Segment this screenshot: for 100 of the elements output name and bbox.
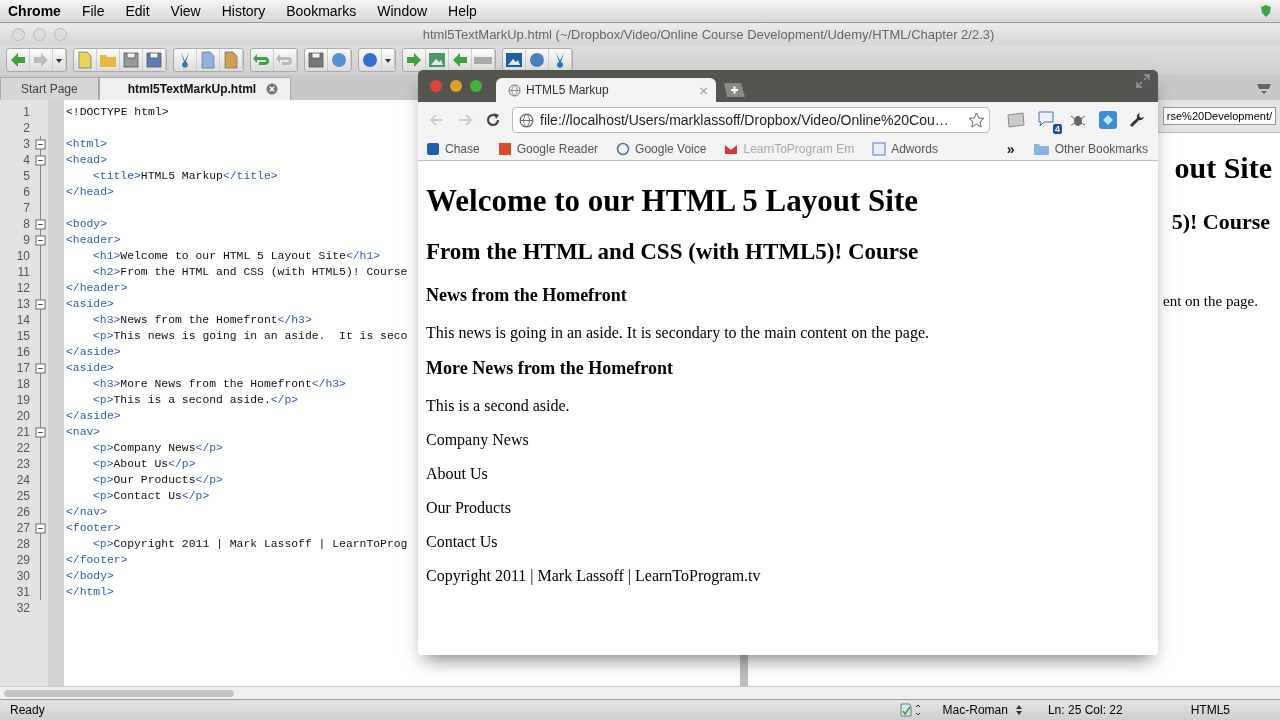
language-selector[interactable]: HTML5 <box>1190 703 1230 717</box>
code-line: <aside> <box>66 362 114 374</box>
bookmark[interactable]: Google Reader <box>497 142 599 156</box>
line-number: 16 <box>15 345 30 359</box>
fold-toggle-icon[interactable] <box>34 154 46 166</box>
line-number: 26 <box>15 505 30 519</box>
line-number: 28 <box>15 537 30 551</box>
fold-toggle-icon[interactable] <box>34 362 46 374</box>
fold-toggle-icon[interactable] <box>34 522 46 534</box>
page-heading: From the HTML and CSS (with HTML5)! Course <box>426 239 920 265</box>
line-number: 1 <box>22 105 30 119</box>
code-line: </aside> <box>66 346 121 358</box>
horizontal-scrollbar[interactable] <box>0 686 1280 699</box>
document-tab[interactable]: html5TextMarkUp.html <box>98 77 292 100</box>
menu-item[interactable]: View <box>170 3 201 19</box>
document-check-icon[interactable] <box>898 703 921 717</box>
code-line: </footer> <box>66 554 128 566</box>
save-all-icon[interactable] <box>143 49 166 71</box>
code-line: </aside> <box>66 410 121 422</box>
zoom-button[interactable] <box>470 80 482 92</box>
menu-item[interactable]: File <box>81 3 105 19</box>
menu-item[interactable]: Window <box>377 3 428 19</box>
fold-toggle-icon[interactable] <box>34 426 46 438</box>
line-number: 5 <box>22 169 30 183</box>
line-number: 4 <box>22 153 30 167</box>
page-heading: Welcome to our HTML 5 Layout Site <box>426 183 919 219</box>
shield-icon[interactable] <box>1260 4 1272 18</box>
bookmark-icon <box>872 142 887 156</box>
line-number: 17 <box>15 361 30 375</box>
code-line: <p>Copyright 2011 | Mark Lassoff | LearnToProg <box>92 538 408 550</box>
line-number: 22 <box>15 441 30 455</box>
page-paragraph: This news is going in an aside. It is secondary to the main content on the page. <box>426 324 930 342</box>
other-bookmarks-folder[interactable]: Other Bookmarks <box>1032 142 1148 156</box>
line-number: 29 <box>15 553 30 567</box>
tab-menu-icon[interactable] <box>1256 81 1272 94</box>
bookmark[interactable]: Google Voice <box>616 142 707 156</box>
fold-toggle-icon[interactable] <box>34 234 46 246</box>
close-icon[interactable] <box>266 83 279 95</box>
line-number: 15 <box>15 329 30 343</box>
menu-item[interactable]: History <box>221 3 266 19</box>
window-title: html5TextMarkUp.html (~/Dropbox/Video/Online Course Development/Udemy/HTML/Chapter 2/2.3) <box>421 26 996 42</box>
encoding-selector[interactable]: Mac-Roman <box>942 703 1008 717</box>
code-line: <aside> <box>66 298 114 310</box>
bookmark[interactable]: Chase <box>426 142 480 156</box>
more-bookmarks-button[interactable]: » <box>1006 141 1015 157</box>
page-paragraph: Company News <box>426 431 530 449</box>
fold-toggle-icon[interactable] <box>34 138 46 150</box>
line-number: 8 <box>22 217 30 231</box>
menu-item[interactable]: Bookmarks <box>286 3 357 19</box>
caret-icon[interactable] <box>53 49 66 71</box>
caret-icon[interactable] <box>382 49 395 71</box>
document-tab[interactable]: Start Page <box>0 77 99 100</box>
code-line: <!DOCTYPE html> <box>66 106 169 118</box>
code-line: <p>About Us</p> <box>92 458 196 470</box>
line-number: 32 <box>15 601 30 615</box>
line-number: 24 <box>15 473 30 487</box>
line-number: 3 <box>22 137 30 151</box>
line-number: 23 <box>15 457 30 471</box>
line-number: 9 <box>22 233 30 247</box>
bookmark[interactable]: Adwords <box>872 142 938 156</box>
status-text: Ready <box>10 703 45 717</box>
page-subheading: 5)! Course <box>1171 209 1271 235</box>
page-heading: out Site <box>1174 151 1272 185</box>
new-tab-button[interactable] <box>722 82 746 98</box>
line-number: 21 <box>15 425 30 439</box>
line-number: 7 <box>22 201 30 215</box>
save-icon[interactable] <box>120 49 143 71</box>
page-paragraph: This is a second aside. <box>426 397 571 415</box>
menu-item[interactable]: Edit <box>125 3 150 19</box>
page-paragraph: Contact Us <box>426 533 499 551</box>
code-line: <html> <box>66 138 107 150</box>
address-bar[interactable]: file://localhost/Users/marklassoff/Dropbox/Video/Online%20Cou… <box>512 107 990 133</box>
code-line: <h3>News from the Homefront</h3> <box>92 314 312 326</box>
menu-item[interactable]: Chrome <box>8 3 61 19</box>
undo-icon[interactable] <box>251 49 274 71</box>
reload-icon[interactable] <box>484 111 502 129</box>
line-number: 25 <box>15 489 30 503</box>
fold-toggle-icon[interactable] <box>34 218 46 230</box>
menu-item[interactable]: Help <box>448 3 477 19</box>
up-down-icon <box>1015 704 1022 716</box>
line-number: 13 <box>15 297 30 311</box>
browser-tab[interactable]: HTML5 Markup × <box>496 78 716 102</box>
line-number: 20 <box>15 409 30 423</box>
minimize-button[interactable] <box>450 80 462 92</box>
code-line: <h2>From the HTML and CSS (with HTML5)! Course <box>92 266 408 278</box>
notification-badge: 4 <box>1053 124 1062 134</box>
wrench-icon[interactable] <box>1128 111 1146 129</box>
address-field[interactable]: rse%20Development/ <box>1162 107 1276 125</box>
page-heading: News from the Homefront <box>426 285 628 306</box>
star-icon[interactable] <box>968 111 985 129</box>
line-number: 10 <box>15 249 30 263</box>
fold-toggle-icon[interactable] <box>34 298 46 310</box>
page-paragraph: Our Products <box>426 499 512 517</box>
code-line: <footer> <box>66 522 121 534</box>
code-line: <head> <box>66 154 107 166</box>
bookmark-icon <box>426 142 440 156</box>
speech-bubble-icon[interactable] <box>1036 110 1056 128</box>
line-number: 27 <box>15 521 30 535</box>
fullscreen-icon[interactable] <box>1136 74 1150 88</box>
bookmark-icon <box>724 142 739 156</box>
